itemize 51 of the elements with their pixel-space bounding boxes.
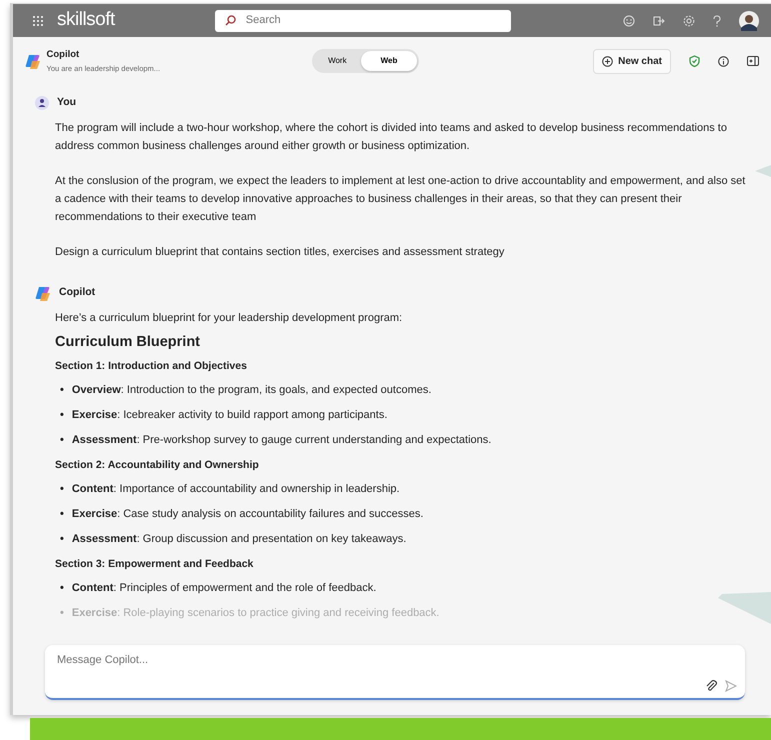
message-text: At the conslusion of the program, we expect the leaders to implement at lest one-action to drive accountablity and empowerment, and also set a cadence with their teams to develop innovative approaches to business challenges in their areas, so that they can present their recommendations to their executive team — [55, 174, 746, 225]
section-title: Section 1: Introduction and Objectives — [55, 358, 248, 374]
bullet: • — [60, 482, 64, 497]
bullet: • — [60, 606, 64, 621]
plus-circle-icon — [602, 56, 614, 66]
list-item: Content: Importance of accountability and ownership in leadership. — [72, 482, 400, 497]
copilot-logo-icon — [25, 53, 41, 69]
message-text: The program will include a two-hour workshop, where the cohort is divided into teams and asked to develop business recommendations to address common business challenges around either growth or business optimization. — [55, 120, 728, 154]
copilot-logo-icon — [35, 284, 51, 301]
list-item: Assessment: Group discussion and presentation on key takeaways. — [72, 532, 406, 547]
bullet: • — [60, 532, 64, 547]
share-icon[interactable] — [653, 14, 665, 26]
logo-text: skillsoft — [57, 8, 115, 32]
avatar-icon[interactable] — [739, 10, 759, 30]
list-item: Exercise: Case study analysis on accountability failures and successes. — [72, 506, 424, 522]
message-text: Here’s a curriculum blueprint for your leadership development program: — [55, 310, 404, 326]
list-item: Exercise: Role-playing scenarios to practice giving and receiving feedback. — [72, 606, 440, 621]
blueprint-heading: Curriculum Blueprint — [55, 332, 202, 351]
send-icon[interactable] — [725, 680, 737, 692]
new-chat-button[interactable]: New chat — [593, 48, 671, 74]
mode-tab[interactable]: Work — [314, 51, 361, 71]
bullet: • — [60, 382, 64, 398]
section-title: Section 2: Accountability and Ownership — [55, 458, 260, 473]
list-item: Assessment: Pre-workshop survey to gauge current understanding and expectations. — [72, 432, 492, 448]
mode-tab[interactable]: Web — [360, 51, 418, 71]
search-icon — [224, 15, 236, 26]
search-field[interactable]: Search — [214, 10, 511, 32]
list-item: Content: Principles of empowerment and the role of feedback. — [72, 580, 376, 596]
message-text: Design a curriculum blueprint that contains section titles, exercises and assessment strategy — [55, 244, 506, 260]
app-grid-icon[interactable] — [33, 16, 43, 26]
message-field[interactable]: Message Copilot... — [45, 645, 745, 700]
author-name: Copilot — [59, 284, 96, 300]
bullet: • — [60, 408, 64, 423]
sidebar-icon[interactable] — [747, 56, 759, 66]
smiley-icon[interactable] — [623, 14, 635, 26]
search-input[interactable]: Search — [244, 11, 484, 30]
bullet: • — [60, 432, 64, 448]
user-avatar-icon — [35, 96, 49, 110]
info-icon[interactable] — [718, 56, 729, 66]
message-input[interactable]: Message Copilot... — [55, 651, 737, 670]
paperclip-icon[interactable] — [705, 680, 717, 692]
section-title: Section 3: Empowerment and Feedback — [55, 556, 254, 572]
list-item: Exercise: Icebreaker activity to build rapport among participants. — [72, 408, 388, 423]
chat-title: Copilot — [46, 48, 80, 62]
shield-check-icon[interactable] — [689, 55, 700, 67]
bullet: • — [60, 580, 64, 596]
settings-icon[interactable] — [683, 14, 695, 26]
author-name: You — [57, 95, 76, 110]
list-item: Overview: Introduction to the program, its goals, and expected outcomes. — [72, 382, 432, 398]
help-icon[interactable] — [713, 14, 721, 26]
bullet: • — [60, 506, 64, 522]
